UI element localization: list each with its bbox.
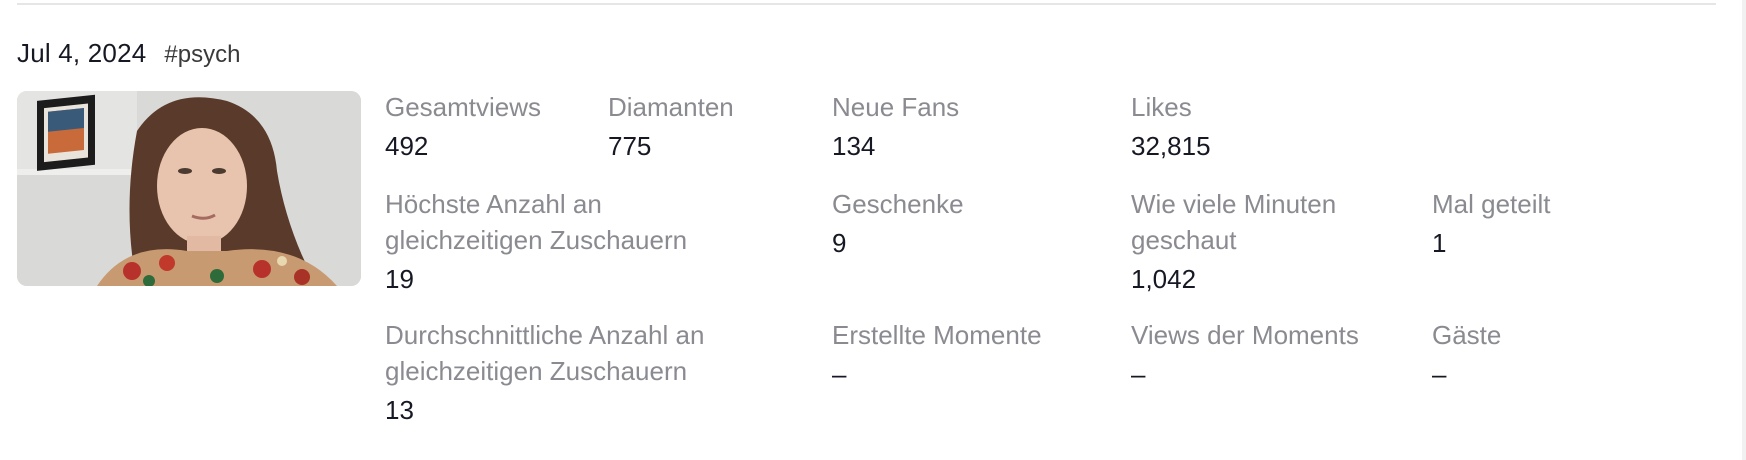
stat-likes: Likes 32,815 bbox=[1131, 89, 1211, 164]
stat-average-viewers: Durchschnittliche Anzahl an gleichzeitig… bbox=[385, 317, 785, 428]
stat-shares: Mal geteilt 1 bbox=[1432, 186, 1551, 261]
stat-value: 19 bbox=[385, 264, 414, 294]
thumbnail-image bbox=[17, 91, 361, 286]
stat-value: – bbox=[832, 359, 847, 389]
stat-new-fans: Neue Fans 134 bbox=[832, 89, 959, 164]
stat-moment-views: Views der Moments – bbox=[1131, 317, 1359, 392]
stat-label: Geschenke bbox=[832, 189, 964, 219]
session-date: Jul 4, 2024 bbox=[17, 38, 147, 68]
stat-value: 9 bbox=[832, 228, 847, 258]
live-thumbnail[interactable] bbox=[17, 91, 361, 286]
stat-value: 492 bbox=[385, 131, 429, 161]
stat-label: Likes bbox=[1131, 92, 1192, 122]
stat-label: Views der Moments bbox=[1131, 320, 1359, 350]
stat-minutes-watched: Wie viele Minuten geschaut 1,042 bbox=[1131, 186, 1401, 297]
stat-moments-created: Erstellte Momente – bbox=[832, 317, 1042, 392]
stat-label: Mal geteilt bbox=[1432, 189, 1551, 219]
stat-label: Wie viele Minuten geschaut bbox=[1131, 189, 1337, 255]
stat-label: Erstellte Momente bbox=[832, 320, 1042, 350]
stat-gifts: Geschenke 9 bbox=[832, 186, 964, 261]
stat-value: – bbox=[1131, 359, 1146, 389]
stat-label: Neue Fans bbox=[832, 92, 960, 122]
stat-value: – bbox=[1432, 359, 1447, 389]
stat-label: Durchschnittliche Anzahl an gleichzeitig… bbox=[385, 320, 705, 386]
stat-total-views: Gesamtviews 492 bbox=[385, 89, 541, 164]
scrollbar-track[interactable] bbox=[1742, 0, 1746, 460]
stat-value: 32,815 bbox=[1131, 131, 1211, 161]
stat-value: 1,042 bbox=[1131, 264, 1197, 294]
stat-label: Gäste bbox=[1432, 320, 1502, 350]
top-divider bbox=[17, 3, 1716, 5]
stat-label: Gesamtviews bbox=[385, 92, 542, 122]
stat-value: 134 bbox=[832, 131, 876, 161]
stat-diamonds: Diamanten 775 bbox=[608, 89, 734, 164]
session-hashtag[interactable]: #psych bbox=[164, 41, 240, 69]
stat-value: 1 bbox=[1432, 228, 1447, 258]
session-header: Jul 4, 2024 #psych bbox=[17, 38, 240, 69]
stat-label: Höchste Anzahl an gleichzeitigen Zuschau… bbox=[385, 189, 688, 255]
stat-value: 775 bbox=[608, 131, 652, 161]
stat-peak-viewers: Höchste Anzahl an gleichzeitigen Zuschau… bbox=[385, 186, 765, 297]
stat-label: Diamanten bbox=[608, 92, 734, 122]
stat-value: 13 bbox=[385, 395, 414, 425]
stat-guests: Gäste – bbox=[1432, 317, 1501, 392]
